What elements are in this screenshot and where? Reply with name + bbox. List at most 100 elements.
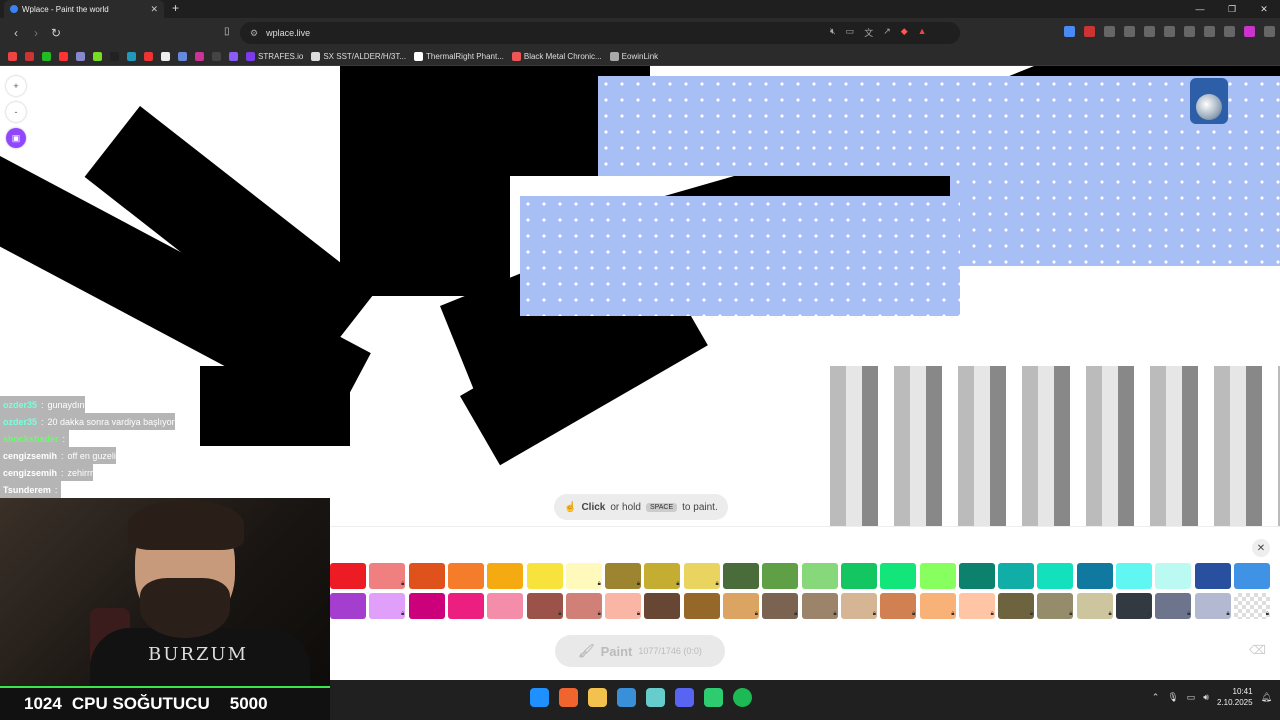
bookmark-item[interactable] — [93, 52, 102, 61]
profile-icon[interactable] — [1244, 26, 1255, 37]
sidebar-icon[interactable] — [1164, 26, 1175, 37]
color-swatch[interactable]: 🔒︎ — [605, 563, 642, 589]
color-swatch[interactable] — [998, 563, 1035, 589]
close-window-button[interactable]: ✕ — [1248, 0, 1280, 18]
brave-browser-icon[interactable] — [559, 688, 578, 707]
color-swatch[interactable] — [1076, 563, 1113, 589]
color-swatch[interactable]: 🔒︎ — [565, 593, 602, 619]
color-swatch[interactable] — [487, 563, 524, 589]
bookmark-item[interactable] — [25, 52, 34, 61]
color-swatch[interactable]: 🔒︎ — [723, 593, 759, 619]
color-swatch[interactable]: 🔒︎ — [880, 593, 917, 619]
paint-button[interactable]: 🖌︎ Paint 1077/1746 (0:0) — [555, 635, 725, 667]
app-icon[interactable] — [646, 688, 665, 707]
bookmark-item[interactable] — [229, 52, 238, 61]
bookmark-item[interactable]: EowinLink — [609, 52, 658, 61]
color-swatch[interactable] — [919, 563, 956, 589]
color-swatch[interactable]: 🔒︎ — [919, 593, 956, 619]
color-swatch[interactable]: 🔒︎ — [369, 563, 406, 589]
twitch-icon[interactable]: ▣ — [6, 128, 26, 148]
color-swatch[interactable] — [447, 593, 484, 619]
reload-icon[interactable]: ↻ — [46, 26, 66, 40]
bookmark-item[interactable] — [195, 52, 204, 61]
bookmark-item[interactable] — [178, 52, 187, 61]
bookmark-item[interactable] — [110, 52, 119, 61]
zoom-in-button[interactable]: + — [6, 76, 26, 96]
color-swatch[interactable]: 🔒︎ — [998, 593, 1035, 619]
color-swatch[interactable] — [408, 563, 445, 589]
bookmark-item[interactable] — [42, 52, 51, 61]
share-icon[interactable]: ↗ — [883, 26, 891, 39]
color-swatch[interactable]: 🔒︎ — [840, 593, 877, 619]
color-swatch[interactable] — [801, 563, 838, 589]
bookmark-item[interactable] — [59, 52, 68, 61]
volume-icon[interactable]: 🔊︎ — [1203, 692, 1209, 703]
color-swatch[interactable]: 🔒︎ — [762, 593, 799, 619]
color-swatch[interactable] — [526, 563, 563, 589]
color-swatch[interactable]: 🔒︎ — [801, 593, 838, 619]
color-swatch[interactable] — [408, 593, 445, 619]
color-swatch[interactable] — [723, 563, 759, 589]
eraser-icon[interactable]: ⌫ — [1249, 643, 1266, 657]
microphone-icon[interactable]: 🎙︎ — [1167, 692, 1178, 703]
color-swatch[interactable]: 🔒︎ — [1194, 593, 1231, 619]
color-swatch[interactable] — [330, 563, 366, 589]
color-swatch[interactable] — [762, 563, 799, 589]
color-swatch[interactable]: 🔒︎ — [565, 563, 602, 589]
notification-icon[interactable]: 🔔︎ — [1261, 692, 1272, 703]
site-info-icon[interactable]: ⚙ — [250, 28, 258, 39]
color-swatch[interactable] — [447, 563, 484, 589]
bookmark-item[interactable] — [8, 52, 17, 61]
color-swatch[interactable]: 🔒︎ — [369, 593, 406, 619]
color-swatch[interactable]: 🔒︎ — [683, 563, 720, 589]
color-swatch[interactable] — [1155, 563, 1192, 589]
bookmark-item[interactable] — [76, 52, 85, 61]
extension-icon[interactable] — [1064, 26, 1075, 37]
extensions-puzzle-icon[interactable] — [1124, 26, 1135, 37]
bookmark-item[interactable]: STRAFES.io — [246, 52, 303, 61]
color-swatch[interactable] — [1116, 563, 1152, 589]
color-swatch[interactable]: 🔒︎ — [1116, 593, 1152, 619]
new-tab-button[interactable]: + — [172, 1, 179, 15]
color-swatch[interactable] — [1037, 563, 1074, 589]
mute-icon[interactable]: 🔇︎ — [830, 26, 836, 39]
color-swatch[interactable]: 🔒︎ — [1155, 593, 1192, 619]
bookmark-item[interactable]: Black Metal Chronic... — [511, 52, 602, 61]
forward-arrow-icon[interactable]: › — [26, 26, 46, 40]
color-swatch[interactable] — [958, 563, 995, 589]
photos-icon[interactable] — [617, 688, 636, 707]
brave-rewards-icon[interactable]: ▲ — [918, 26, 927, 39]
vpn-icon[interactable] — [1224, 26, 1235, 37]
wallet-icon[interactable] — [1184, 26, 1195, 37]
color-swatch[interactable]: 🔒︎ — [605, 593, 642, 619]
color-swatch[interactable]: 🔒︎ — [1037, 593, 1074, 619]
color-swatch[interactable]: 🔒︎ — [1076, 593, 1113, 619]
windows-start-icon[interactable] — [530, 688, 549, 707]
network-icon[interactable]: ▭ — [1187, 692, 1196, 703]
back-arrow-icon[interactable]: ‹ — [6, 26, 26, 40]
tab-close-icon[interactable]: ✕ — [150, 4, 158, 15]
file-explorer-icon[interactable] — [588, 688, 607, 707]
app-icon[interactable] — [704, 688, 723, 707]
color-swatch[interactable] — [880, 563, 917, 589]
color-swatch[interactable] — [330, 593, 366, 619]
menu-icon[interactable] — [1264, 26, 1275, 37]
zoom-out-button[interactable]: - — [6, 102, 26, 122]
bookmark-icon[interactable]: ▯ — [224, 26, 230, 37]
clock[interactable]: 10:41 2.10.2025 — [1217, 686, 1253, 708]
tray-chevron-icon[interactable]: ⌃ — [1152, 692, 1160, 703]
cast-icon[interactable]: ▭ — [846, 26, 855, 39]
color-swatch[interactable] — [683, 593, 720, 619]
color-swatch[interactable] — [644, 593, 681, 619]
extension-icon[interactable] — [1104, 26, 1115, 37]
minimize-button[interactable]: — — [1184, 0, 1216, 18]
bookmark-item[interactable] — [127, 52, 136, 61]
extension-icon[interactable] — [1144, 26, 1155, 37]
bookmark-item[interactable]: ThermalRight Phant... — [414, 52, 504, 61]
color-swatch[interactable] — [487, 593, 524, 619]
color-swatch[interactable]: 🔒︎ — [958, 593, 995, 619]
leo-icon[interactable] — [1204, 26, 1215, 37]
discord-icon[interactable] — [675, 688, 694, 707]
spotify-icon[interactable] — [733, 688, 752, 707]
bookmark-item[interactable] — [212, 52, 221, 61]
